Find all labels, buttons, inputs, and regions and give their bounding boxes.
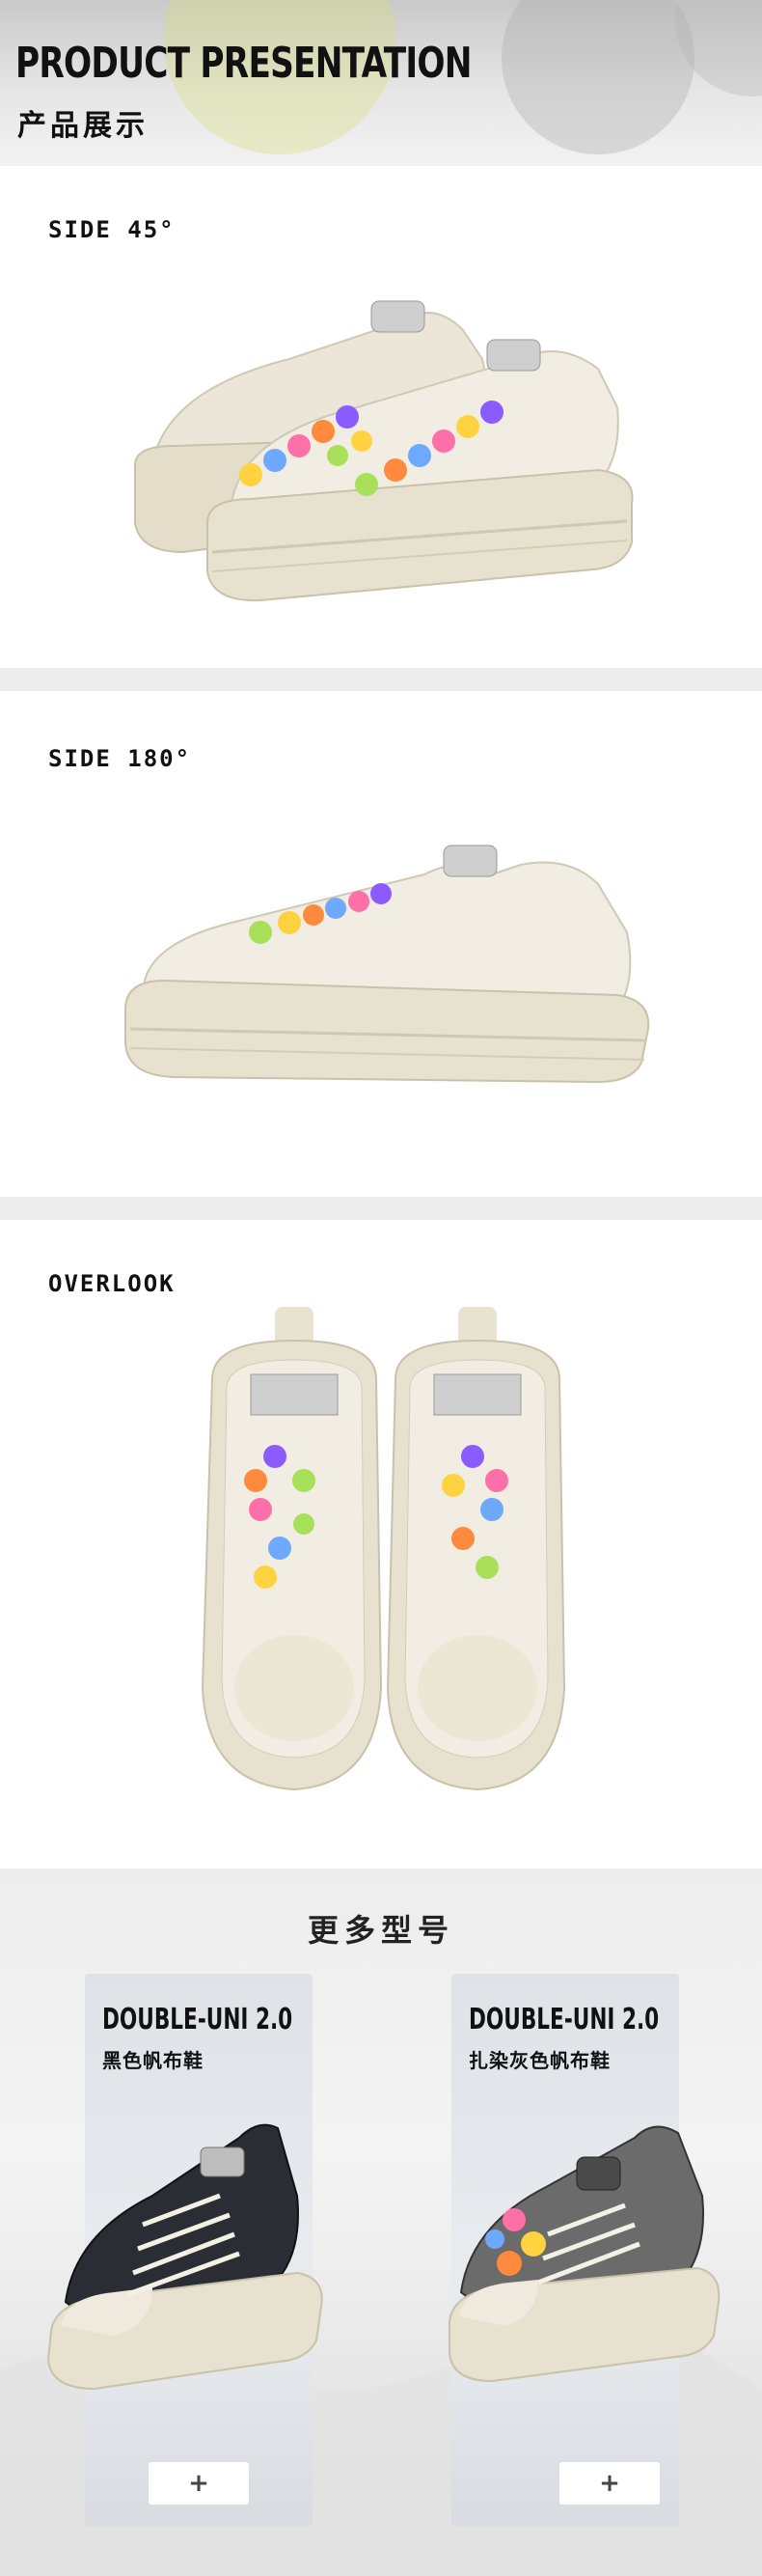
model-card-grey[interactable]: DOUBLE-UNI 2.0 扎染灰色帆布鞋 +	[449, 1974, 721, 2526]
section-divider	[0, 668, 762, 691]
section-label: SIDE 180°	[48, 745, 192, 772]
view-model-button[interactable]: +	[559, 2462, 660, 2505]
card-title: DOUBLE-UNI 2.0	[102, 2003, 293, 2036]
section-label: SIDE 45°	[48, 216, 176, 243]
view-model-button[interactable]: +	[149, 2462, 249, 2505]
shoe-image-overlook	[183, 1302, 588, 1804]
card-subtitle: 扎染灰色帆布鞋	[469, 2049, 611, 2072]
header-banner: PRODUCT PRESENTATION 产品展示	[0, 0, 762, 166]
section-side-180: SIDE 180°	[0, 691, 762, 1197]
model-card-black[interactable]: DOUBLE-UNI 2.0 黑色帆布鞋 +	[46, 1974, 323, 2526]
shoe-image-side-45	[116, 263, 656, 610]
shoe-image-grey	[449, 2125, 721, 2383]
section-label: OVERLOOK	[48, 1270, 176, 1297]
shoe-image-side-180	[116, 788, 656, 1106]
section-overlook: OVERLOOK	[0, 1220, 762, 1869]
page-subtitle: 产品展示	[17, 109, 149, 143]
card-subtitle: 黑色帆布鞋	[102, 2049, 204, 2072]
section-side-45: SIDE 45°	[0, 166, 762, 668]
shoe-image-black	[46, 2123, 323, 2391]
card-title: DOUBLE-UNI 2.0	[469, 2003, 660, 2036]
product-page: PRODUCT PRESENTATION 产品展示 SIDE 45° SIDE …	[0, 0, 762, 2576]
more-models-title: 更多型号	[307, 1912, 454, 1949]
decor-blob	[502, 0, 694, 154]
page-title: PRODUCT PRESENTATION	[15, 39, 472, 88]
section-divider	[0, 1197, 762, 1220]
